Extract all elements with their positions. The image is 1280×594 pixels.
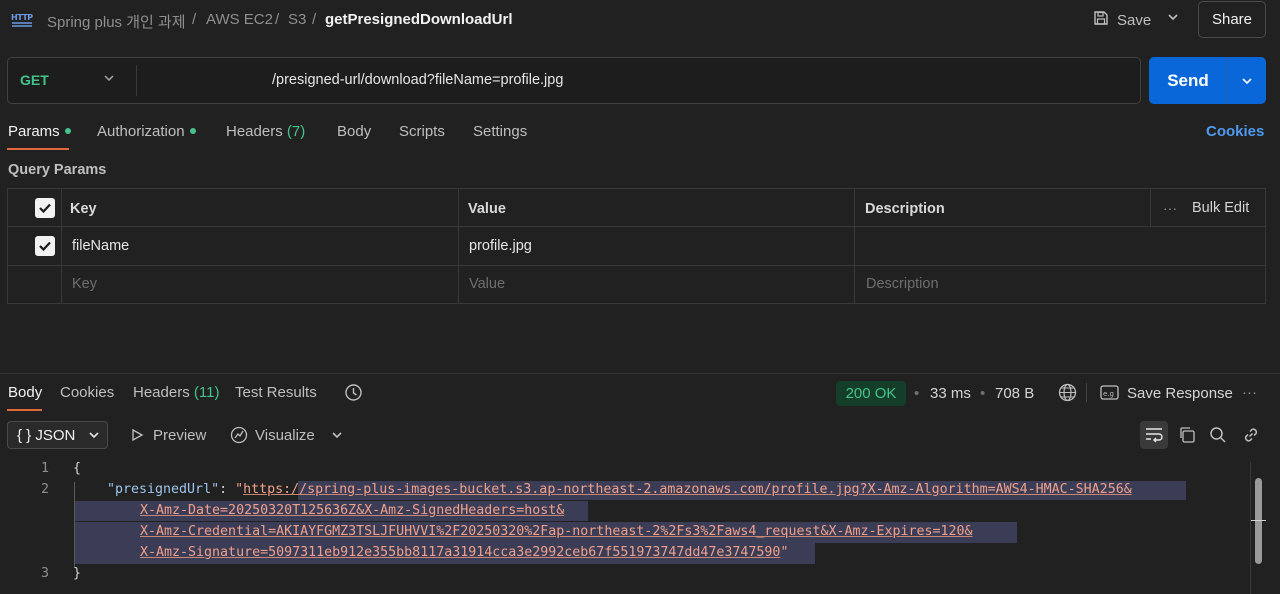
url-input[interactable]: /presigned-url/download?fileName=profile… (272, 72, 563, 88)
scrollbar-thumb[interactable] (1255, 478, 1262, 564)
json-line[interactable]: "presignedUrl": "https://spring-plus-ima… (107, 482, 1132, 497)
table-divider (458, 188, 459, 304)
params-indicator-dot (64, 128, 71, 135)
column-header-key: Key (70, 201, 97, 217)
presigned-url-link[interactable]: X-Amz-Signature=5097311eb912e355bb8117a3… (140, 545, 788, 560)
url-divider (136, 65, 137, 96)
line-number: 3 (40, 566, 49, 581)
bulk-edit-button[interactable]: Bulk Edit (1192, 200, 1249, 216)
tab-body[interactable]: Body (337, 123, 371, 140)
table-divider (7, 265, 1266, 266)
presigned-url-link: https://spring-plus-images-bucket.s3.ap-… (243, 482, 1132, 497)
wrap-lines-icon (1144, 426, 1164, 448)
svg-text:HTTP: HTTP (11, 13, 33, 22)
tab-settings[interactable]: Settings (473, 123, 527, 140)
param-row-checkbox[interactable] (35, 236, 55, 256)
save-response-icon: e.g (1100, 385, 1119, 404)
breadcrumb-collection[interactable]: Spring plus 개인 과제 (47, 11, 186, 32)
more-options-icon[interactable]: ··· (1242, 384, 1257, 401)
new-param-description-input[interactable]: Description (866, 276, 939, 292)
response-tab-cookies[interactable]: Cookies (60, 384, 114, 401)
query-params-title: Query Params (8, 162, 107, 178)
chevron-down-icon[interactable] (331, 429, 343, 445)
toolbar-divider (1086, 383, 1087, 402)
globe-icon[interactable] (1058, 383, 1077, 406)
save-options-chevron-icon[interactable] (1167, 11, 1179, 26)
preview-button[interactable]: Preview (153, 427, 206, 444)
table-divider (7, 226, 1266, 227)
breadcrumb-separator: / (192, 11, 197, 28)
tab-params[interactable]: Params (8, 123, 71, 140)
cookies-link[interactable]: Cookies (1206, 123, 1264, 140)
share-button[interactable]: Share (1198, 1, 1266, 38)
send-button[interactable]: Send (1149, 57, 1227, 104)
visualize-icon (229, 425, 249, 449)
scrollbar-marker (1251, 520, 1266, 521)
save-label: Save (1117, 11, 1152, 29)
table-divider (1150, 188, 1151, 226)
tab-headers[interactable]: Headers (7) (226, 123, 305, 140)
scrollbar-track (1250, 462, 1251, 594)
line-number: 2 (40, 482, 49, 497)
param-value-cell[interactable]: profile.jpg (469, 238, 532, 254)
params-table (7, 188, 1266, 304)
visualize-button[interactable]: Visualize (255, 427, 315, 444)
save-icon (1093, 10, 1109, 30)
response-tab-headers[interactable]: Headers (11) (133, 384, 219, 401)
meta-separator: • (980, 385, 986, 402)
search-icon[interactable] (1209, 426, 1227, 448)
line-number: 1 (40, 461, 49, 476)
send-options-chevron-icon[interactable] (1227, 57, 1266, 104)
tab-authorization[interactable]: Authorization (97, 123, 196, 140)
save-response-button[interactable]: Save Response (1127, 385, 1233, 402)
response-tab-test-results[interactable]: Test Results (235, 384, 317, 401)
copy-icon[interactable] (1178, 426, 1196, 448)
auth-indicator-dot (189, 128, 196, 135)
svg-text:e.g: e.g (1103, 390, 1114, 398)
play-icon (130, 428, 144, 446)
breadcrumb-separator: / (312, 11, 317, 28)
response-size[interactable]: 708 B (995, 385, 1034, 402)
indent-guide (74, 482, 75, 567)
status-badge[interactable]: 200 OK (836, 381, 906, 406)
more-options-icon[interactable]: ··· (1163, 200, 1177, 216)
save-button[interactable]: Save (1093, 9, 1151, 31)
response-tab-body[interactable]: Body (8, 384, 42, 401)
tab-scripts[interactable]: Scripts (399, 123, 445, 140)
active-response-tab-underline (7, 409, 42, 411)
meta-separator: • (914, 385, 920, 402)
presigned-url-link[interactable]: X-Amz-Date=20250320T125636Z&X-Amz-Signed… (140, 503, 564, 518)
select-all-checkbox[interactable] (35, 198, 55, 218)
presigned-url-link[interactable]: X-Amz-Credential=AKIAYFGMZ3TSLJFUHVVI%2F… (140, 524, 973, 539)
breadcrumb-folder-s3[interactable]: S3 (288, 11, 306, 28)
request-name[interactable]: getPresignedDownloadUrl (325, 11, 513, 28)
method-select[interactable]: GET (20, 72, 49, 88)
breadcrumb-separator: / (275, 11, 280, 28)
new-param-value-input[interactable]: Value (469, 276, 505, 292)
chevron-down-icon (88, 429, 100, 445)
column-header-value: Value (468, 201, 506, 217)
param-key-cell[interactable]: fileName (72, 238, 129, 254)
http-request-icon: HTTP (11, 11, 34, 29)
response-divider (0, 373, 1280, 374)
link-icon[interactable] (1242, 426, 1260, 448)
breadcrumb-folder-aws-ec2[interactable]: AWS EC2 (206, 11, 273, 28)
format-select-label: { } JSON (17, 427, 76, 444)
active-tab-underline (7, 148, 69, 150)
new-param-key-input[interactable]: Key (72, 276, 97, 292)
json-open-brace: { (73, 461, 82, 476)
history-icon[interactable] (344, 383, 363, 406)
table-divider (61, 188, 62, 304)
response-time[interactable]: 33 ms (930, 385, 971, 402)
table-divider (854, 188, 855, 304)
column-header-description: Description (865, 201, 945, 217)
chevron-down-icon[interactable] (103, 72, 115, 87)
url-bar (7, 57, 1141, 104)
json-close-brace: } (73, 566, 82, 581)
